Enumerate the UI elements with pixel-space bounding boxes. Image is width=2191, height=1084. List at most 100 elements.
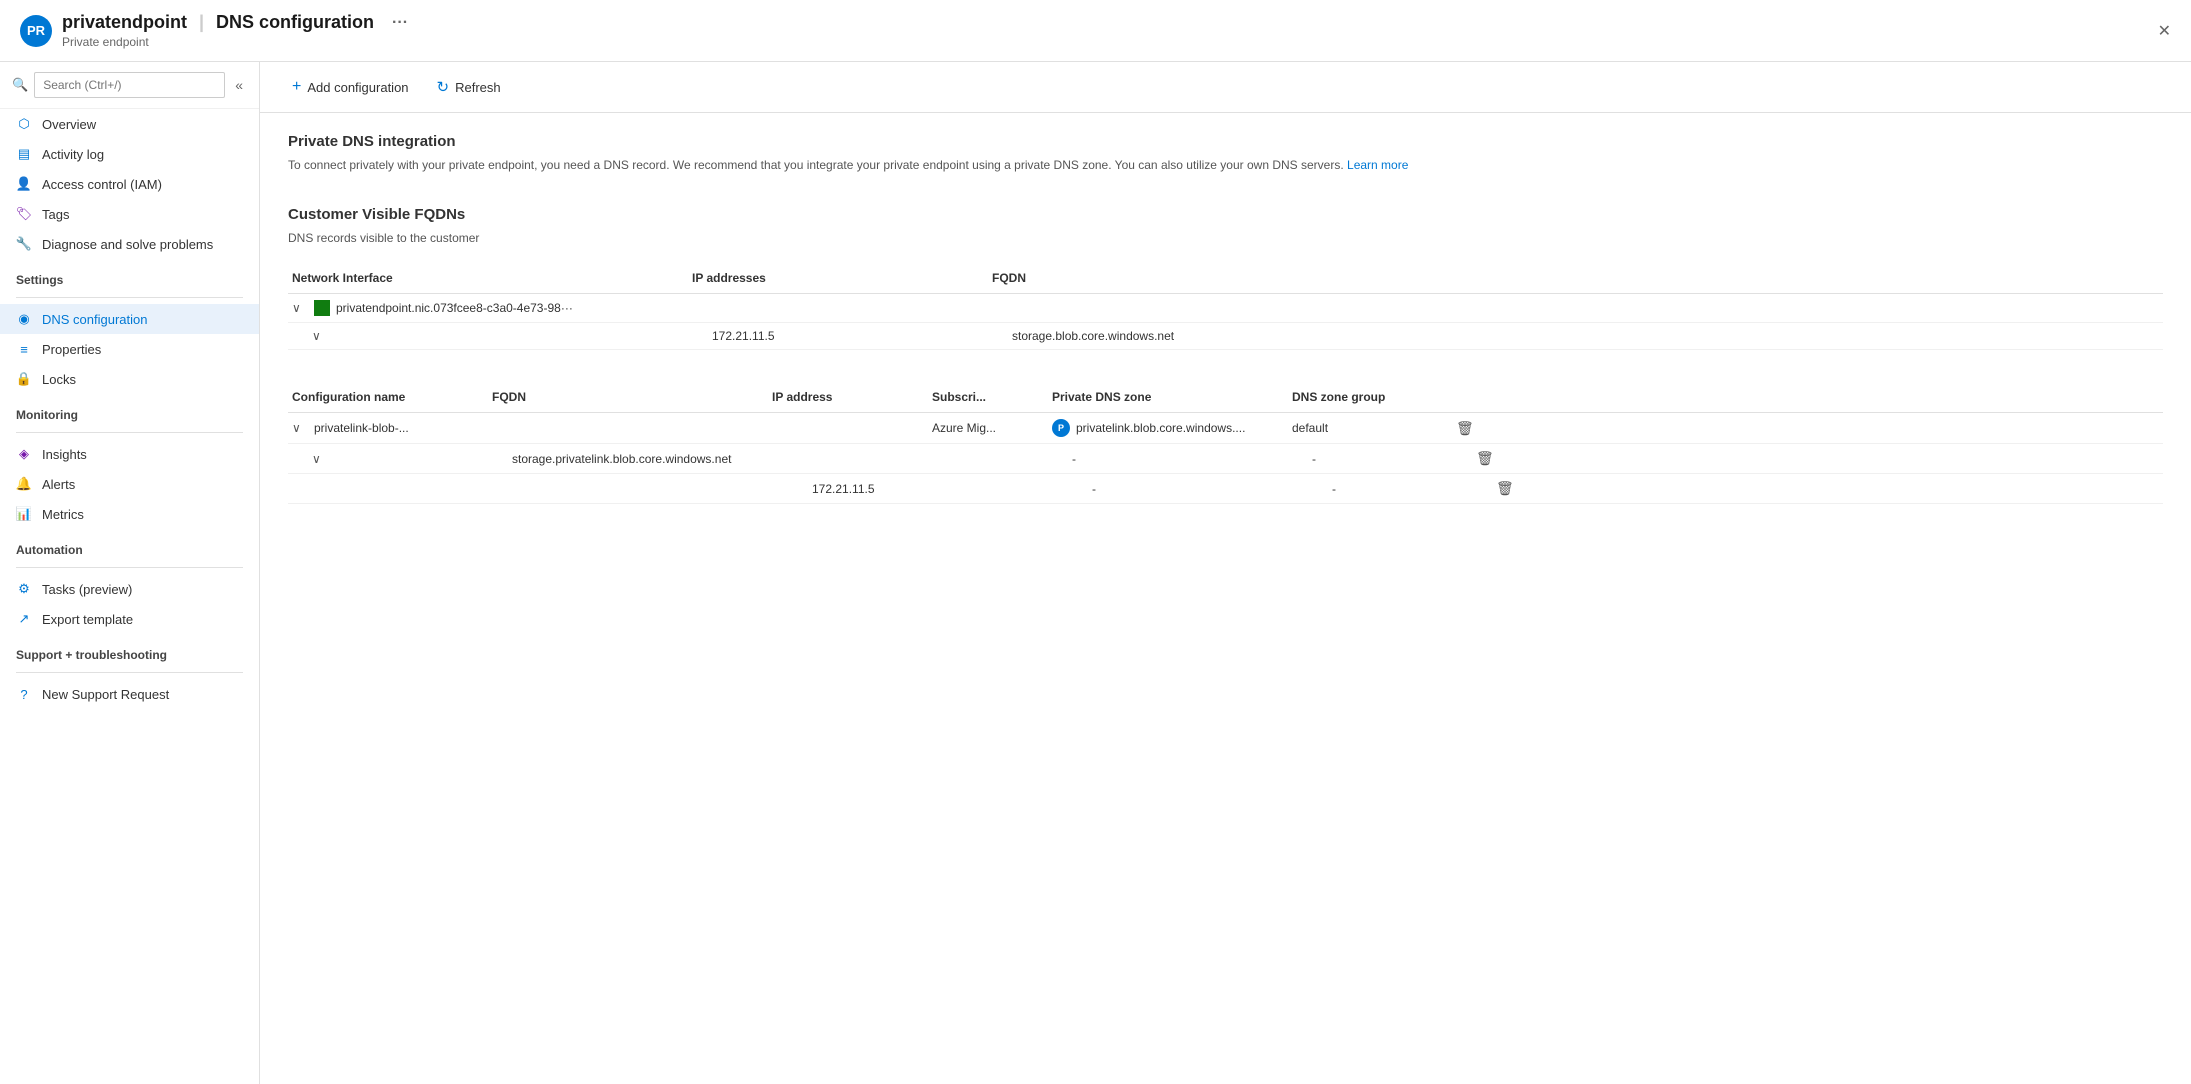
- config-row3-ip: 172.21.11.5: [808, 482, 968, 496]
- fqdn-row2-fqdn: storage.blob.core.windows.net: [1008, 329, 2163, 343]
- sidebar: 🔍 « ⬡ Overview ▤ Activity log 👤 Access c…: [0, 62, 260, 1084]
- sidebar-item-tags[interactable]: 🏷 Tags: [0, 199, 259, 229]
- delete-button[interactable]: 🗑: [1492, 478, 1518, 498]
- sidebar-item-tasks[interactable]: ⚙ Tasks (preview): [0, 574, 259, 604]
- add-icon: +: [292, 78, 301, 96]
- refresh-label: Refresh: [455, 80, 501, 95]
- table-row: ∨ privatendpoint.nic.073fcee8-c3a0-4e73-…: [288, 294, 2163, 323]
- config-col-private-dns: Private DNS zone: [1048, 390, 1288, 404]
- export-icon: ↗: [16, 611, 32, 627]
- sidebar-item-activity-log[interactable]: ▤ Activity log: [0, 139, 259, 169]
- fqdn-col-fqdn: FQDN: [988, 271, 2163, 285]
- sidebar-label-diagnose: Diagnose and solve problems: [42, 237, 213, 252]
- config-col-subscription: Subscri...: [928, 390, 1048, 404]
- add-configuration-button[interactable]: + Add configuration: [280, 72, 421, 102]
- search-input[interactable]: [34, 72, 225, 98]
- insights-icon: ◈: [16, 446, 32, 462]
- delete-button[interactable]: 🗑: [1452, 418, 1478, 438]
- toolbar: + Add configuration ↻ Refresh: [260, 62, 2191, 113]
- settings-divider: [16, 297, 243, 298]
- main-content: Private DNS integration To connect priva…: [260, 113, 2191, 1084]
- automation-divider: [16, 567, 243, 568]
- tasks-icon: ⚙: [16, 581, 32, 597]
- learn-more-link[interactable]: Learn more: [1347, 158, 1408, 172]
- close-button[interactable]: ✕: [2158, 21, 2171, 41]
- config-row2-dns-group: -: [1308, 452, 1468, 466]
- sidebar-item-overview[interactable]: ⬡ Overview: [0, 109, 259, 139]
- avatar: PR: [20, 15, 52, 47]
- config-row1-name: ∨ privatelink-blob-...: [288, 421, 488, 435]
- refresh-button[interactable]: ↻ Refresh: [425, 72, 513, 102]
- nic-link[interactable]: privatendpoint.nic.073fcee8-c3a0-4e73-98…: [336, 301, 573, 315]
- dns-zone-avatar: P: [1052, 419, 1070, 437]
- sidebar-label-activity-log: Activity log: [42, 147, 104, 162]
- delete-button[interactable]: 🗑: [1472, 448, 1498, 468]
- sidebar-label-export-template: Export template: [42, 612, 133, 627]
- nic-icon: [314, 300, 330, 316]
- config-row2-name: ∨: [308, 452, 508, 466]
- sidebar-label-insights: Insights: [42, 447, 87, 462]
- chevron-down-icon[interactable]: ∨: [292, 421, 308, 435]
- tags-icon: 🏷: [16, 206, 32, 222]
- sidebar-item-insights[interactable]: ◈ Insights: [0, 439, 259, 469]
- refresh-icon: ↻: [437, 78, 450, 96]
- alerts-icon: 🔔: [16, 476, 32, 492]
- chevron-down-icon[interactable]: ∨: [292, 301, 308, 315]
- config-table-section: Configuration name FQDN IP address Subsc…: [288, 382, 2163, 504]
- search-icon: 🔍: [12, 77, 28, 93]
- sidebar-item-diagnose[interactable]: 🔧 Diagnose and solve problems: [0, 229, 259, 259]
- config-col-ip: IP address: [768, 390, 928, 404]
- sidebar-label-new-support-request: New Support Request: [42, 687, 169, 702]
- config-row1-dns-group: default: [1288, 421, 1448, 435]
- sidebar-item-alerts[interactable]: 🔔 Alerts: [0, 469, 259, 499]
- header-title: privatendpoint | DNS configuration ···: [62, 12, 2158, 33]
- collapse-button[interactable]: «: [231, 73, 247, 97]
- table-row: ∨ privatelink-blob-... Azure Mig... P pr…: [288, 413, 2163, 444]
- monitoring-section-label: Monitoring: [0, 394, 259, 426]
- config-row2-private-dns: -: [1068, 452, 1308, 466]
- layout: 🔍 « ⬡ Overview ▤ Activity log 👤 Access c…: [0, 62, 2191, 1084]
- sidebar-item-export-template[interactable]: ↗ Export template: [0, 604, 259, 634]
- support-divider: [16, 672, 243, 673]
- monitoring-divider: [16, 432, 243, 433]
- more-button[interactable]: ···: [392, 14, 408, 32]
- sidebar-item-properties[interactable]: ≡ Properties: [0, 334, 259, 364]
- sidebar-item-new-support-request[interactable]: ? New Support Request: [0, 679, 259, 709]
- overview-icon: ⬡: [16, 116, 32, 132]
- properties-icon: ≡: [16, 341, 32, 357]
- sidebar-label-tags: Tags: [42, 207, 69, 222]
- config-row1-private-dns: P privatelink.blob.core.windows....: [1048, 419, 1288, 437]
- header-subtitle: Private endpoint: [62, 35, 2158, 49]
- sidebar-item-metrics[interactable]: 📊 Metrics: [0, 499, 259, 529]
- diagnose-icon: 🔧: [16, 236, 32, 252]
- config-row3-actions: 🗑: [1488, 480, 1528, 497]
- config-col-dns-group: DNS zone group: [1288, 390, 1448, 404]
- page-title: DNS configuration: [216, 12, 374, 33]
- config-row1-actions: 🗑: [1448, 420, 1488, 437]
- config-row1-subscription: Azure Mig...: [928, 421, 1048, 435]
- chevron-down-icon[interactable]: ∨: [312, 452, 328, 466]
- config-col-actions: [1448, 390, 1488, 404]
- sidebar-item-dns-configuration[interactable]: ◉ DNS configuration: [0, 304, 259, 334]
- activity-log-icon: ▤: [16, 146, 32, 162]
- customer-fqdns-desc: DNS records visible to the customer: [288, 229, 2163, 247]
- fqdn-table-header: Network Interface IP addresses FQDN: [288, 263, 2163, 294]
- sidebar-item-access-control[interactable]: 👤 Access control (IAM): [0, 169, 259, 199]
- chevron-down-icon[interactable]: ∨: [312, 329, 328, 343]
- private-dns-description: To connect privately with your private e…: [288, 156, 2163, 174]
- table-row: 172.21.11.5 - - 🗑: [288, 474, 2163, 504]
- fqdn-row2-ip: 172.21.11.5: [708, 329, 1008, 343]
- private-dns-link[interactable]: privatelink.blob.core.windows....: [1076, 421, 1245, 435]
- config-name-text: privatelink-blob-...: [314, 421, 409, 435]
- sidebar-item-locks[interactable]: 🔒 Locks: [0, 364, 259, 394]
- settings-section-label: Settings: [0, 259, 259, 291]
- config-row2-actions: 🗑: [1468, 450, 1508, 467]
- support-section-label: Support + troubleshooting: [0, 634, 259, 666]
- fqdn-row2-network-interface: ∨: [308, 329, 708, 343]
- sidebar-label-tasks: Tasks (preview): [42, 582, 132, 597]
- resource-name: privatendpoint: [62, 12, 187, 33]
- table-row: ∨ 172.21.11.5 storage.blob.core.windows.…: [288, 323, 2163, 350]
- locks-icon: 🔒: [16, 371, 32, 387]
- table-row: ∨ storage.privatelink.blob.core.windows.…: [288, 444, 2163, 474]
- sidebar-search-container: 🔍 «: [0, 62, 259, 109]
